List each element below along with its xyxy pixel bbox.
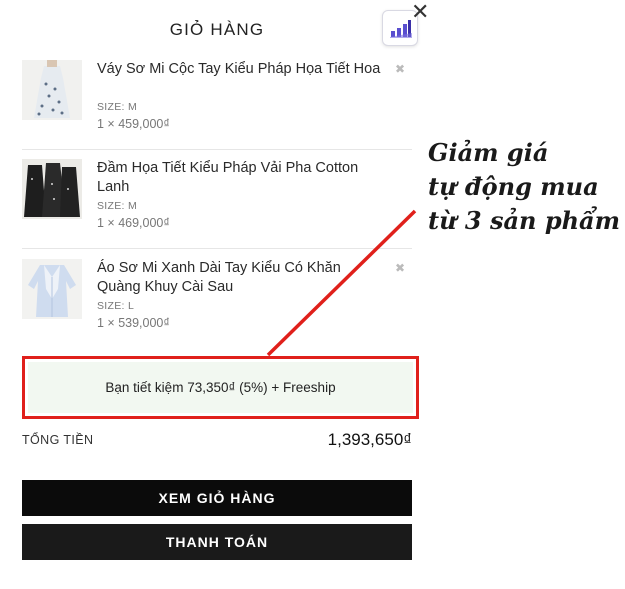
- annotation-line: từ 3 sản phẩm: [428, 206, 620, 235]
- annotation-arrow-line: [266, 209, 417, 357]
- annotation-line: Giảm giá: [428, 138, 549, 167]
- annotation-text: Giảm giá tự động mua từ 3 sản phẩm: [428, 136, 623, 238]
- annotation-line: tự động mua: [428, 172, 599, 201]
